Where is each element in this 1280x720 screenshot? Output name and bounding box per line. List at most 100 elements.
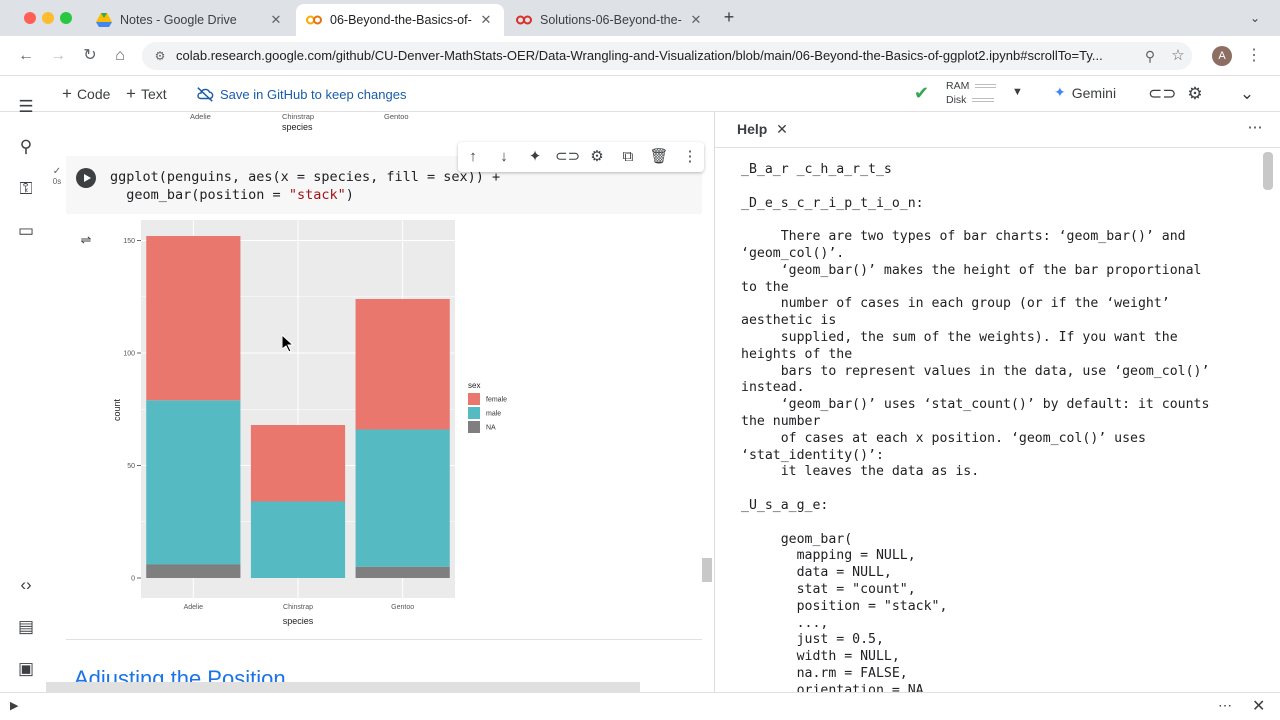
connected-check-icon[interactable]: ✔ [914, 83, 929, 104]
plus-icon: + [62, 84, 72, 103]
help-pane: Help ✕ ⋯ _B_a_r _c_h_a_r_t_s _D_e_s_c_r_… [715, 112, 1280, 692]
vertical-scrollbar-thumb[interactable] [702, 558, 712, 582]
add-code-label: Code [76, 86, 111, 102]
browser-tab-solutions[interactable]: Solutions-06-Beyond-the-Ba ✕ [506, 4, 714, 36]
y-tick-label: 50 [127, 463, 135, 470]
code-text[interactable]: ggplot(penguins, aes(x = species, fill =… [110, 168, 500, 204]
close-icon[interactable]: ✕ [478, 12, 494, 28]
back-icon[interactable]: ← [14, 44, 38, 68]
add-text-button[interactable]: + Text [126, 84, 167, 104]
help-tab[interactable]: Help [737, 121, 767, 137]
notebook-pane: Adelie Chinstrap Gentoo species ✓ 0s ggp… [46, 112, 714, 692]
settings-gear-icon[interactable]: ⚙ [1184, 83, 1206, 105]
url-text[interactable]: colab.research.google.com/github/CU-Denv… [176, 48, 1136, 63]
reload-icon[interactable]: ↻ [78, 44, 102, 68]
settings-gear-icon[interactable]: ⚙ [586, 146, 608, 168]
disk-label: Disk [946, 94, 967, 106]
close-icon[interactable]: ✕ [688, 12, 704, 28]
code-cell[interactable]: ✓ 0s ggplot(penguins, aes(x = species, f… [53, 142, 704, 640]
add-code-button[interactable]: + Code [62, 84, 110, 104]
key-icon[interactable]: ⚿ [15, 178, 37, 200]
bar-segment-male [355, 429, 450, 567]
window-maximize-button[interactable] [60, 12, 72, 24]
more-options-icon[interactable]: ⋯ [1218, 697, 1232, 714]
bar-segment-na [355, 566, 450, 578]
y-axis-label: count [112, 398, 122, 421]
move-up-icon[interactable]: ↑ [462, 146, 484, 168]
output-actions-icon[interactable]: ⇌ [76, 232, 96, 250]
sparkle-icon: ✦ [1054, 84, 1066, 100]
bar-segment-female [250, 425, 346, 502]
search-icon[interactable]: ⚲ [15, 136, 37, 158]
browser-tab-drive[interactable]: Notes - Google Drive ✕ [86, 4, 294, 36]
left-sidebar: ☰ ⚲ ⚿ ▭ ‹› ▤ ▣ [0, 97, 52, 692]
browser-menu-icon[interactable]: ⋮ [1246, 44, 1262, 68]
code-line-prefix: geom_bar(position = [110, 187, 289, 203]
move-down-icon[interactable]: ↓ [493, 146, 515, 168]
google-drive-icon [96, 12, 112, 28]
caret-down-icon[interactable]: ▼ [1012, 86, 1023, 98]
prev-tick-label: Gentoo [384, 112, 409, 121]
close-icon[interactable]: ✕ [773, 119, 791, 139]
disk-bar [972, 98, 995, 102]
add-text-label: Text [140, 86, 167, 102]
resource-meter[interactable]: RAM Disk [946, 79, 996, 109]
horizontal-scrollbar[interactable] [46, 682, 640, 692]
mirror-cell-icon[interactable]: ⧉ [617, 146, 639, 168]
more-options-icon[interactable]: ⋮ [679, 146, 701, 168]
ram-bar [975, 84, 996, 88]
legend-swatch-na [468, 421, 480, 433]
more-options-icon[interactable]: ⋯ [1245, 119, 1265, 139]
forward-icon[interactable]: → [46, 44, 70, 68]
sparkle-icon[interactable]: ✦ [524, 146, 546, 168]
close-icon[interactable]: ✕ [1252, 696, 1265, 716]
gemini-button[interactable]: ✦ Gemini [1054, 84, 1116, 101]
table-of-contents-icon[interactable]: ☰ [15, 96, 37, 118]
help-scrollbar-thumb[interactable] [1263, 152, 1273, 190]
browser-tab-notebook[interactable]: 06-Beyond-the-Basics-of-gg ✕ [296, 4, 504, 36]
run-cell-button[interactable] [76, 168, 96, 188]
site-info-icon[interactable]: ⚙ [152, 48, 168, 64]
prev-x-axis-label: species [282, 122, 313, 132]
terminal-icon[interactable]: ▣ [15, 658, 37, 680]
legend-title: sex [468, 381, 480, 390]
code-line-suffix: ) [345, 187, 354, 203]
link-icon[interactable]: ⊂⊃ [1148, 83, 1177, 105]
tab-label: 06-Beyond-the-Basics-of-gg [330, 13, 472, 27]
prev-tick-label: Adelie [190, 112, 211, 121]
y-tick-label: 150 [123, 238, 135, 245]
bookmark-star-icon[interactable]: ☆ [1168, 46, 1188, 66]
legend-label: female [486, 397, 507, 404]
bar-segment-na [146, 564, 241, 578]
delete-icon[interactable]: 🗑 [648, 146, 670, 168]
zoom-icon[interactable]: ⚲ [1140, 46, 1160, 66]
y-tick-label: 0 [131, 576, 135, 583]
save-in-github-button[interactable]: Save in GitHub to keep changes [196, 84, 406, 104]
link-icon[interactable]: ⊂⊃ [555, 146, 580, 168]
x-tick-label: Chinstrap [283, 604, 313, 611]
profile-avatar[interactable]: A [1212, 46, 1232, 66]
close-icon[interactable]: ✕ [268, 12, 284, 28]
window-close-button[interactable] [24, 12, 36, 24]
help-content: _B_a_r _c_h_a_r_t_s _D_e_s_c_r_i_p_t_i_o… [741, 162, 1210, 692]
ram-label: RAM [946, 80, 970, 92]
cell-toolbar: ↑ ↓ ✦ ⊂⊃ ⚙ ⧉ 🗑 ⋮ [458, 142, 704, 172]
caret-right-icon[interactable]: ▶ [10, 699, 18, 712]
tab-search-button[interactable]: ⌄ [1244, 8, 1266, 28]
command-palette-icon[interactable]: ▤ [15, 616, 37, 638]
window-minimize-button[interactable] [42, 12, 54, 24]
colab-icon [306, 12, 322, 28]
prev-tick-label: Chinstrap [282, 112, 315, 121]
omnibox[interactable]: ⚙ colab.research.google.com/github/CU-De… [142, 42, 1192, 70]
code-snippets-icon[interactable]: ‹› [15, 574, 37, 596]
chevron-down-icon[interactable]: ⌄ [1236, 83, 1258, 105]
home-icon[interactable]: ⌂ [108, 44, 132, 68]
colab-icon [516, 12, 532, 28]
mouse-cursor-icon [282, 335, 294, 353]
code-line: ggplot(penguins, aes(x = species, fill =… [110, 169, 501, 185]
legend-swatch-male [468, 407, 480, 419]
stacked-bar-chart: Adelie Chinstrap Gentoo 0 50 100 150 species cou… [112, 220, 507, 626]
status-bar: ▶ ⋯ ✕ [0, 692, 1280, 720]
new-tab-button[interactable]: + [719, 6, 739, 30]
folder-icon[interactable]: ▭ [15, 220, 37, 242]
